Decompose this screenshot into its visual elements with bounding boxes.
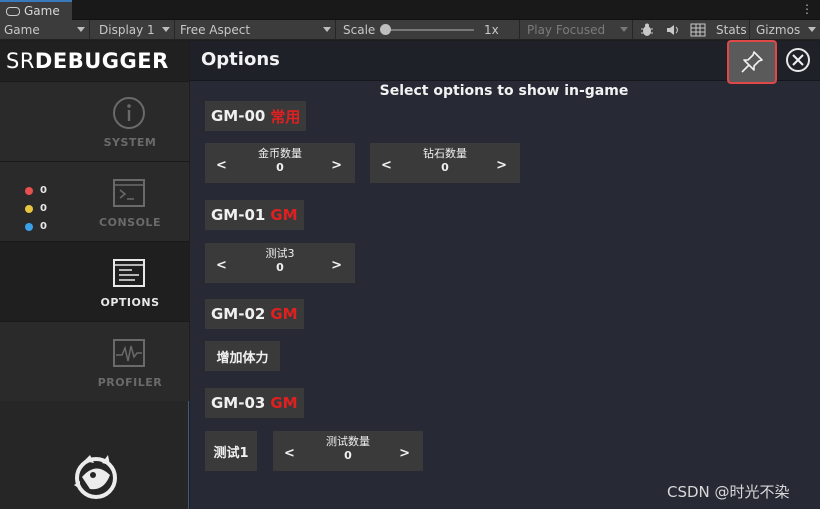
stats-button[interactable]: Stats [712,20,750,40]
sidebar-item-profiler[interactable]: PROFILER [0,321,189,401]
sidebar-item-system[interactable]: SYSTEM [0,81,189,161]
category-header: GM-01 GM [205,200,304,230]
pin-button[interactable] [727,40,777,84]
info-dot-icon [25,223,33,231]
chevron-down-icon [808,27,816,32]
sidebar-item-label: CONSOLE [99,216,161,229]
play-mode-dropdown[interactable]: Play Focused [523,20,633,40]
gizmos-label: Gizmos [756,23,801,37]
gizmos-dropdown[interactable]: Gizmos [752,20,820,40]
scale-value: 1x [480,20,520,40]
watermark: CSDN @时光不染 [667,483,790,501]
info-icon [113,97,145,129]
game-tab[interactable]: Game [0,0,72,20]
aspect-dropdown-label: Free Aspect [180,23,251,37]
debugger-sidebar: SR DEBUGGER SYSTEM 0 0 0 CONSOLE OPTIONS … [0,41,189,509]
sidebar-item-label: PROFILER [97,376,163,389]
more-menu-icon[interactable]: ⋮ [801,2,813,16]
close-icon [792,54,804,66]
category-header: GM-02 GM [205,299,304,329]
sidebar-item-console[interactable]: 0 0 0 CONSOLE [0,161,189,241]
error-dot-icon [25,187,33,195]
increment-button[interactable]: > [496,158,507,173]
number-option: 测试3 0 < > [205,243,355,283]
decrement-button[interactable]: < [216,158,227,173]
info-count: 0 [40,221,47,232]
category-name: GM-02 [211,305,266,323]
display-dropdown[interactable]: Display 1 [95,20,175,40]
options-panel: Options Select options to show in-game G… [190,40,820,509]
number-option: 钻石数量 0 < > [370,143,520,183]
terminal-icon [113,179,145,207]
category-header: GM-03 GM [205,388,304,418]
close-button[interactable] [786,48,810,72]
display-dropdown-label: Display 1 [99,23,155,37]
decrement-button[interactable]: < [284,446,295,461]
category-tag: GM [270,305,298,323]
srdebugger-logo-text: SR DEBUGGER [0,41,189,81]
gamepad-icon [6,6,20,16]
decrement-button[interactable]: < [381,158,392,173]
view-dropdown-label: Game [4,23,40,37]
increment-button[interactable]: > [331,158,342,173]
scale-label: Scale [343,23,376,37]
decrement-button[interactable]: < [216,258,227,273]
number-option: 金币数量 0 < > [205,143,355,183]
test1-button[interactable]: 测试1 [205,431,257,471]
sidebar-item-label: OPTIONS [100,296,160,309]
pin-icon [741,51,763,73]
scale-slider-track[interactable] [384,29,474,31]
srdebugger-mascot-logo [74,455,117,499]
page-title: Options [201,49,280,70]
scale-slider-handle[interactable] [380,24,391,35]
play-mode-label: Play Focused [527,23,606,37]
increment-button[interactable]: > [399,446,410,461]
category-name: GM-00 [211,107,266,125]
brand-rest: DEBUGGER [34,49,169,73]
sidebar-item-label: SYSTEM [103,136,157,149]
warning-dot-icon [25,205,33,213]
chevron-down-icon [162,27,170,32]
options-header: Options [190,40,820,84]
chevron-down-icon [323,27,331,32]
options-list-icon [113,259,145,287]
category-header: GM-00 常用 [205,101,307,131]
increment-button[interactable]: > [331,258,342,273]
bug-icon[interactable] [636,20,658,40]
number-option: 测试数量 0 < > [273,431,423,471]
brand-prefix: SR [6,49,35,73]
error-count: 0 [40,185,47,196]
aspect-dropdown[interactable]: Free Aspect [176,20,336,40]
sidebar-item-options[interactable]: OPTIONS [0,241,189,321]
category-tag: GM [270,394,298,412]
chevron-down-icon [77,27,85,32]
editor-tab-bar: Game ⋮ [0,0,820,20]
grid-icon[interactable] [686,20,710,40]
category-name: GM-03 [211,394,266,412]
speaker-icon[interactable] [662,20,684,40]
add-stamina-button[interactable]: 增加体力 [205,341,280,371]
category-tag: GM [270,206,298,224]
view-dropdown[interactable]: Game [0,20,90,40]
category-name: GM-01 [211,206,266,224]
options-subtitle: Select options to show in-game [379,83,629,99]
game-tab-label: Game [24,4,60,18]
warning-count: 0 [40,203,47,214]
category-tag: 常用 [270,107,301,126]
console-counts: 0 0 0 [25,182,47,236]
pulse-monitor-icon [113,339,145,367]
chevron-down-icon [620,27,628,32]
